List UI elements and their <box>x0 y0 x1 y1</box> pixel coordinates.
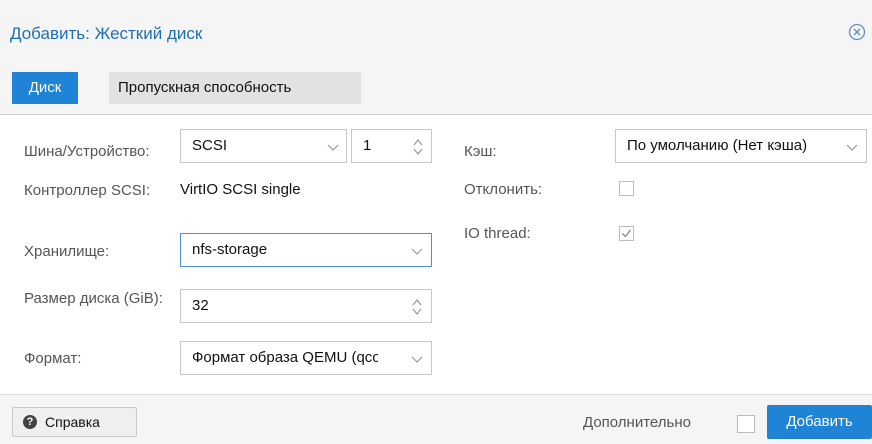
chevron-down-icon <box>846 144 858 151</box>
discard-label: Отклонить: <box>464 181 543 198</box>
chevron-down-icon <box>327 144 339 151</box>
cache-select-value: По умолчанию (Нет кэша) <box>627 137 808 154</box>
chevron-down-icon <box>411 356 423 363</box>
advanced-checkbox[interactable] <box>737 415 755 433</box>
format-label: Формат: <box>24 350 82 367</box>
chevron-down-icon <box>411 248 423 255</box>
iothread-label: IO thread: <box>464 225 531 242</box>
format-select-value: Формат образа QEMU (qcow2) <box>192 349 378 366</box>
disk-size-stepper[interactable]: 32 <box>180 289 432 323</box>
bus-select-value: SCSI <box>192 137 228 154</box>
iothread-checkbox[interactable] <box>619 226 634 241</box>
tab-disk[interactable]: Диск <box>12 72 78 104</box>
cache-select[interactable]: По умолчанию (Нет кэша) <box>615 129 867 163</box>
device-number-value: 1 <box>363 137 372 154</box>
advanced-label: Дополнительно <box>583 414 691 431</box>
checkmark-icon <box>622 229 632 238</box>
bus-device-label: Шина/Устройство: <box>24 143 150 160</box>
dialog-titlebar: Добавить: Жесткий диск <box>0 0 872 64</box>
controller-value: VirtIO SCSI single <box>180 181 301 198</box>
format-select[interactable]: Формат образа QEMU (qcow2) <box>180 341 432 375</box>
device-number-stepper[interactable]: 1 <box>351 129 432 163</box>
add-button[interactable]: Добавить <box>767 405 872 439</box>
controller-label: Контроллер SCSI: <box>24 182 151 199</box>
discard-checkbox[interactable] <box>619 181 634 196</box>
disk-size-label: Размер диска (GiB): <box>24 290 163 307</box>
help-button-label: Справка <box>45 414 100 430</box>
tab-bar: Диск Пропускная способность <box>0 64 872 115</box>
spinner-icon[interactable] <box>411 297 423 317</box>
tab-bandwidth[interactable]: Пропускная способность <box>109 72 361 104</box>
help-button[interactable]: ? Справка <box>12 407 137 437</box>
disk-size-value: 32 <box>192 297 209 314</box>
storage-select-value: nfs-storage <box>192 241 268 258</box>
storage-select[interactable]: nfs-storage <box>180 233 432 267</box>
bus-select[interactable]: SCSI <box>180 129 347 163</box>
dialog-footer: ? Справка Дополнительно Добавить <box>0 394 872 444</box>
dialog-title: Добавить: Жесткий диск <box>10 24 203 43</box>
spinner-icon[interactable] <box>412 137 424 157</box>
storage-label: Хранилище: <box>24 243 110 260</box>
cache-label: Кэш: <box>464 143 497 160</box>
question-icon: ? <box>23 415 37 429</box>
close-icon[interactable] <box>848 23 866 41</box>
